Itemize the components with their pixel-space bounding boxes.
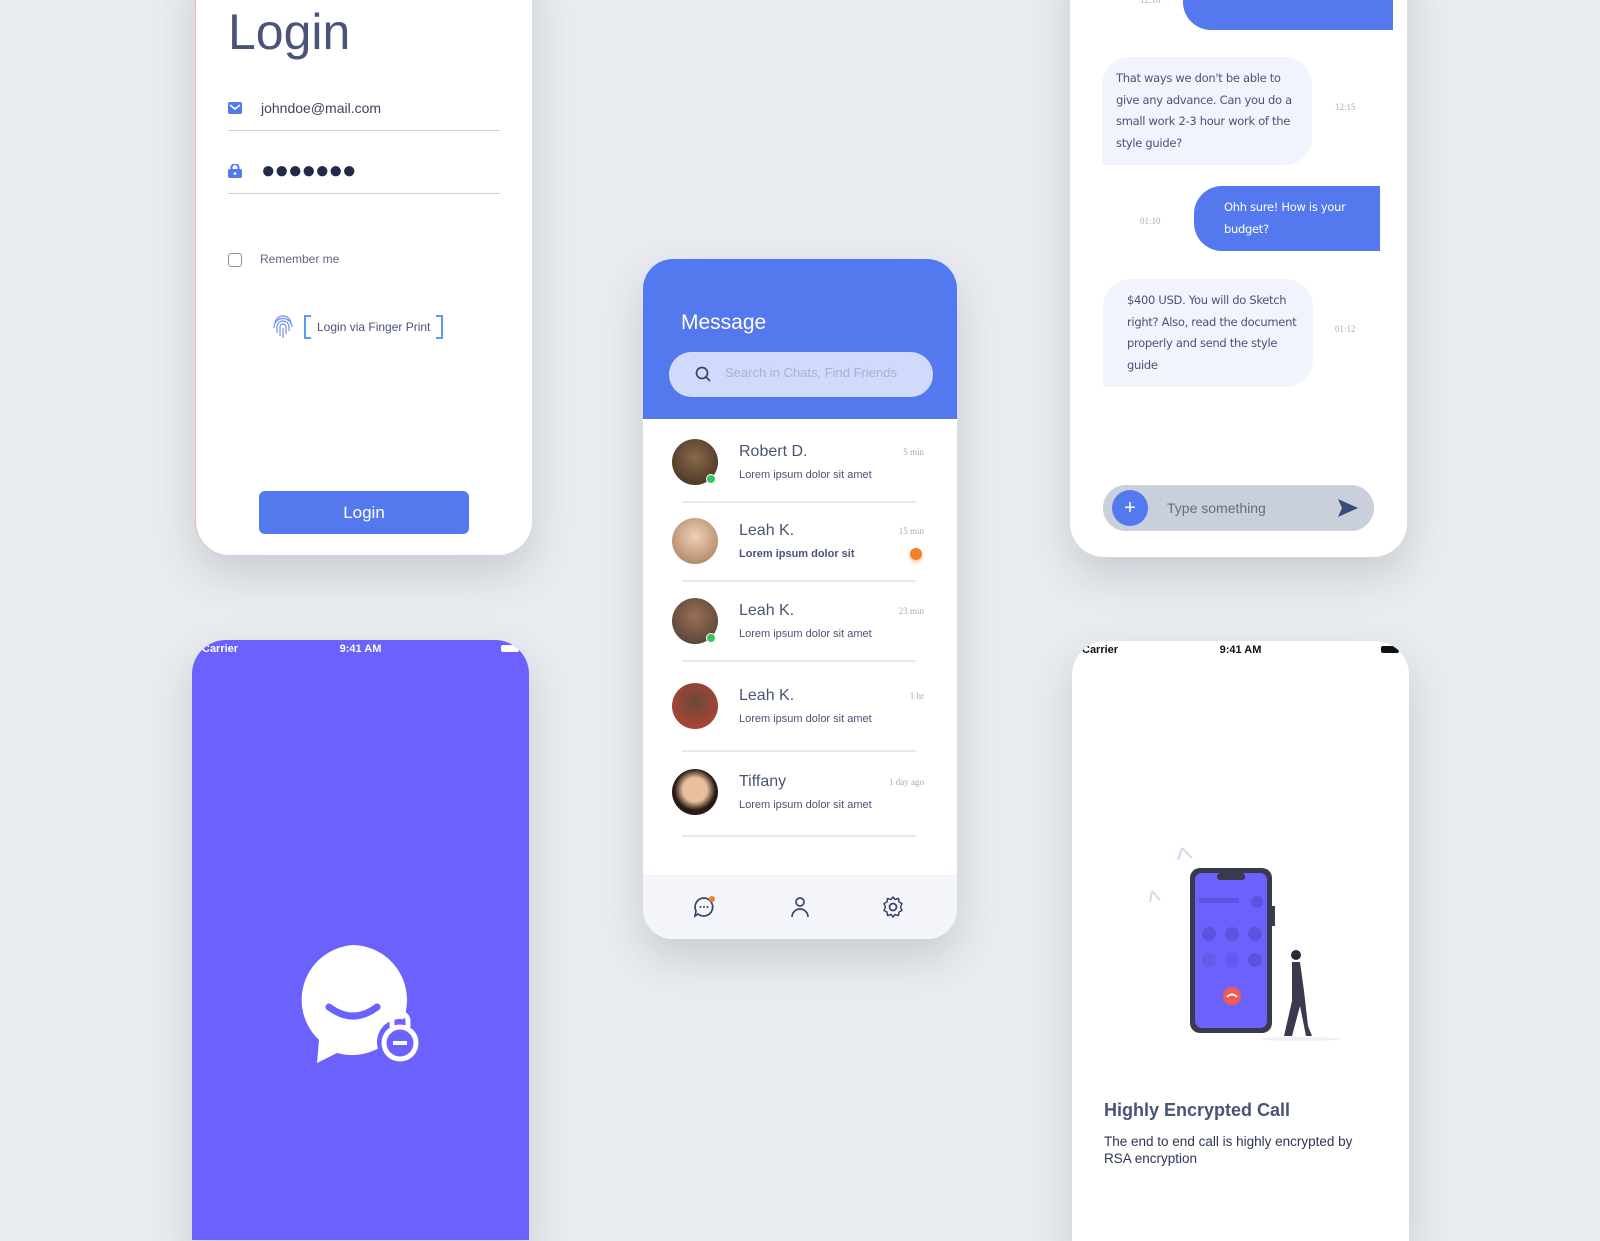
envelope-icon (228, 102, 242, 114)
chat-list-item[interactable]: Leah K. Lorem ipsum dolor sit 15 min (672, 518, 924, 598)
password-value: ●●●●●●● (261, 157, 356, 184)
chat-list-item[interactable]: Tiffany Lorem ipsum dolor sit amet 1 day… (672, 769, 924, 849)
encrypted-call-screen: Carrier 9:41 AM Highly Encrypted Call Th… (1072, 641, 1409, 1241)
avatar (672, 518, 718, 564)
remember-checkbox[interactable] (228, 253, 242, 267)
search-icon (695, 366, 711, 382)
divider (682, 835, 916, 837)
contact-name: Leah K. (739, 522, 795, 539)
message-time: 01:12 (1335, 324, 1356, 334)
message-input[interactable] (1165, 499, 1329, 517)
send-icon[interactable] (1338, 499, 1358, 517)
call-title: Highly Encrypted Call (1104, 1100, 1291, 1120)
online-indicator (706, 633, 716, 643)
message-preview: Lorem ipsum dolor sit amet (739, 799, 872, 811)
status-time: 9:41 AM (339, 643, 382, 655)
battery-icon (501, 645, 519, 652)
lock-icon (228, 164, 242, 178)
contact-name: Robert D. (739, 443, 808, 460)
messages-screen: Message Robert D. Lorem ipsum dolor sit … (643, 259, 957, 939)
divider (682, 750, 916, 752)
contact-name: Tiffany (739, 773, 787, 790)
chat-list-item[interactable]: Robert D. Lorem ipsum dolor sit amet 5 m… (672, 439, 924, 519)
message-time: 1 hr (909, 691, 924, 701)
chat-bubble-lock-icon (301, 945, 423, 1065)
message-time: 01:10 (1140, 216, 1161, 226)
message-time: 23 min (898, 606, 924, 616)
divider (682, 580, 916, 582)
divider (682, 660, 916, 662)
message-bubble-in: That ways we don't be able to give any a… (1102, 57, 1312, 165)
call-description: The end to end call is highly encrypted … (1104, 1134, 1353, 1166)
status-bar: Carrier 9:41 AM (192, 640, 529, 658)
status-time: 9:41 AM (1219, 644, 1262, 656)
message-preview: Lorem ipsum dolor sit (739, 548, 855, 560)
online-indicator (706, 474, 716, 484)
message-time: 12:15 (1335, 102, 1356, 112)
email-field[interactable]: johndoe@mail.com (228, 90, 500, 131)
login-screen: Login johndoe@mail.com ●●●●●●● Remember … (195, 0, 532, 555)
message-bubble-in: $400 USD. You will do Sketch right? Also… (1103, 279, 1313, 387)
message-time: 5 min (903, 447, 924, 457)
settings-icon[interactable] (881, 895, 905, 919)
chat-icon[interactable] (692, 895, 716, 919)
message-preview: Lorem ipsum dolor sit amet (739, 469, 872, 481)
login-button[interactable]: Login (259, 491, 469, 534)
avatar (672, 769, 718, 815)
battery-icon (1381, 646, 1399, 653)
status-bar: Carrier 9:41 AM (1072, 641, 1409, 659)
login-title: Login (228, 4, 351, 60)
remember-label: Remember me (260, 252, 340, 266)
splash-screen: Carrier 9:41 AM (192, 640, 529, 1240)
message-preview: Lorem ipsum dolor sit amet (739, 713, 872, 725)
fingerprint-icon (273, 315, 293, 338)
phone-call-illustration (1149, 847, 1340, 1041)
message-preview: Lorem ipsum dolor sit amet (739, 628, 872, 640)
bottom-nav (643, 875, 957, 939)
avatar (672, 683, 718, 729)
chat-list-item[interactable]: Leah K. Lorem ipsum dolor sit amet 23 mi… (672, 598, 924, 678)
search-bar[interactable] (669, 352, 933, 397)
profile-icon[interactable] (788, 895, 812, 919)
add-attachment-button[interactable]: + (1112, 490, 1148, 526)
fingerprint-label: Login via Finger Print (304, 315, 444, 339)
divider (682, 501, 916, 503)
message-bubble-out: Ohh sure! How is your budget? (1194, 186, 1380, 251)
message-time: 1 day ago (889, 777, 924, 787)
contact-name: Leah K. (739, 602, 795, 619)
message-time: 15 min (898, 526, 924, 536)
contact-name: Leah K. (739, 687, 795, 704)
chat-screen: Hello Sayed! What's app? 12:10 That ways… (1070, 0, 1407, 557)
email-value: johndoe@mail.com (261, 100, 382, 116)
search-input[interactable] (723, 364, 927, 381)
unread-badge (910, 548, 922, 560)
messages-header: Message (643, 259, 957, 419)
message-time: 12:10 (1140, 0, 1161, 5)
fingerprint-login-button[interactable]: Login via Finger Print (272, 315, 444, 339)
chat-list-item[interactable]: Leah K. Lorem ipsum dolor sit amet 1 hr (672, 683, 924, 763)
message-composer: + (1103, 485, 1374, 531)
message-bubble-out: Hello Sayed! What's app? (1183, 0, 1393, 30)
password-field[interactable]: ●●●●●●● (228, 153, 500, 194)
messages-title: Message (681, 311, 767, 334)
